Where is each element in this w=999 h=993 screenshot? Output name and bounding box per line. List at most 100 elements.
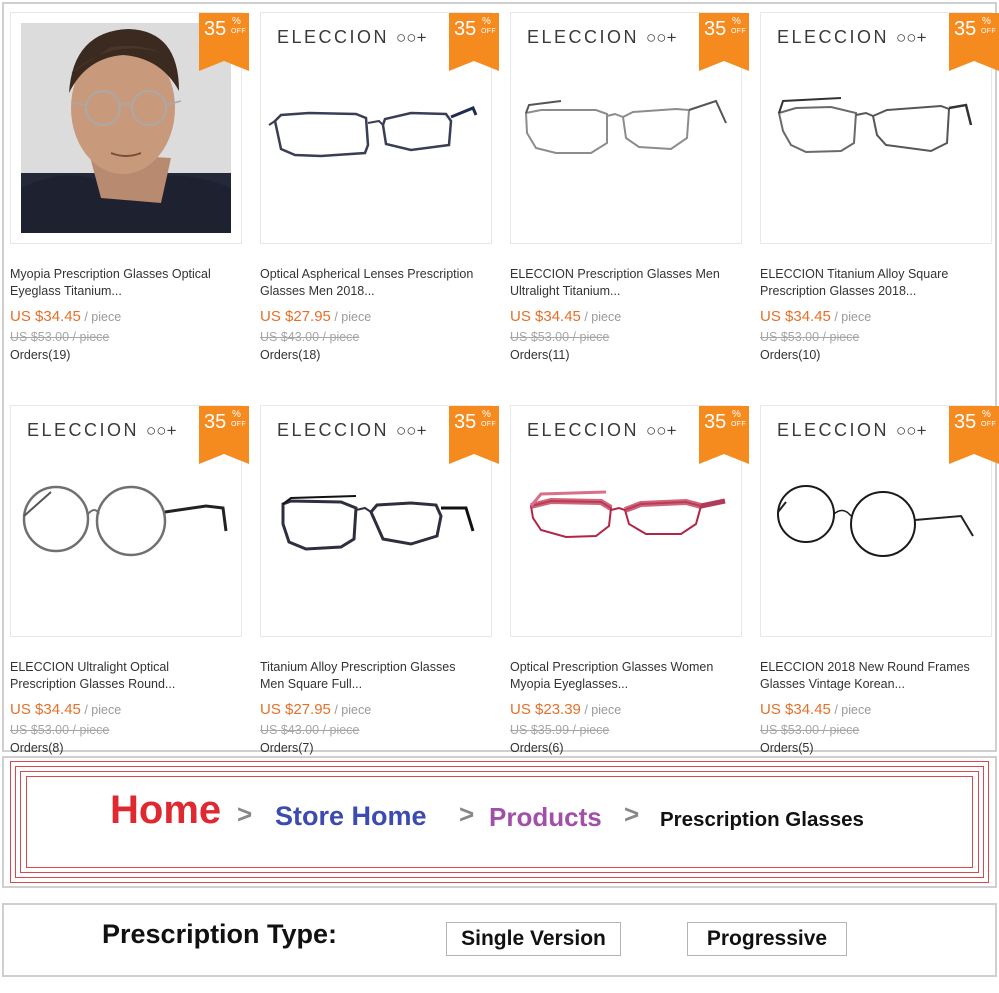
product-title-line: Optical Aspherical Lenses Prescription: [260, 267, 474, 281]
breadcrumb-separator: >: [624, 799, 640, 829]
price-unit: / piece: [830, 703, 872, 717]
product-price: US $27.95: [260, 308, 331, 325]
order-count: Orders(7): [260, 741, 314, 755]
price-unit: / piece: [80, 310, 122, 324]
product-price: US $23.39: [510, 701, 581, 718]
original-price: US $35.99 / piece: [510, 723, 610, 737]
glasses-logo-icon: ○○+: [146, 421, 177, 440]
breadcrumb-products-link[interactable]: Products: [489, 802, 602, 833]
price-unit: / piece: [330, 703, 372, 717]
original-price: US $53.00 / piece: [10, 330, 110, 344]
order-count: Orders(11): [510, 348, 570, 362]
discount-off-label: OFF: [231, 28, 246, 35]
glasses-logo-icon: ○○+: [896, 421, 927, 440]
discount-value: 35: [454, 411, 477, 433]
brand-logo: ELECCION ○○+: [27, 420, 177, 440]
product-title-line: Men Square Full...: [260, 677, 363, 691]
order-count: Orders(5): [760, 741, 814, 755]
price-unit: / piece: [830, 310, 872, 324]
discount-off-label: OFF: [481, 421, 496, 428]
discount-badge: 35 % OFF: [699, 13, 749, 71]
original-price: US $53.00 / piece: [760, 330, 860, 344]
brand-logo: ELECCION ○○+: [527, 420, 677, 440]
product-title-link[interactable]: ELECCION Ultralight Optical Prescription…: [10, 659, 242, 695]
product-title-line: Titanium Alloy Prescription Glasses: [260, 660, 456, 674]
breadcrumb-separator: >: [237, 799, 253, 829]
product-title-link[interactable]: Titanium Alloy Prescription Glasses Men …: [260, 659, 492, 695]
breadcrumb-home-link[interactable]: Home: [110, 788, 221, 833]
order-count: Orders(10): [760, 348, 821, 362]
breadcrumb-store-home-link[interactable]: Store Home: [275, 801, 427, 832]
product-title-line: Prescription Glasses 2018...: [760, 284, 917, 298]
discount-badge: 35 % OFF: [449, 13, 499, 71]
brand-logo: ELECCION ○○+: [527, 27, 677, 47]
order-count: Orders(8): [10, 741, 64, 755]
discount-percent: %: [732, 16, 741, 27]
discount-value: 35: [204, 18, 227, 40]
product-title-line: Ultralight Titanium...: [510, 284, 621, 298]
product-title-line: ELECCION 2018 New Round Frames: [760, 660, 970, 674]
discount-badge: 35 % OFF: [449, 406, 499, 464]
brand-logo: ELECCION ○○+: [777, 420, 927, 440]
product-title-link[interactable]: Optical Aspherical Lenses Prescription G…: [260, 266, 492, 302]
breadcrumb: Home > Store Home > Products > Prescript…: [2, 756, 997, 888]
discount-value: 35: [954, 411, 977, 433]
product-price: US $34.45: [510, 308, 581, 325]
original-price: US $53.00 / piece: [510, 330, 610, 344]
glasses-logo-icon: ○○+: [396, 421, 427, 440]
discount-value: 35: [954, 18, 977, 40]
discount-percent: %: [232, 16, 241, 27]
order-count: Orders(19): [10, 348, 71, 362]
price-unit: / piece: [580, 703, 622, 717]
price-line: US $34.45 / piece: [760, 701, 871, 719]
single-version-button[interactable]: Single Version: [446, 922, 621, 956]
discount-badge: 35 % OFF: [699, 406, 749, 464]
discount-percent: %: [982, 409, 991, 420]
product-title-link[interactable]: ELECCION Prescription Glasses Men Ultral…: [510, 266, 742, 302]
brand-logo: ELECCION ○○+: [277, 420, 427, 440]
product-title-link[interactable]: ELECCION Titanium Alloy Square Prescript…: [760, 266, 992, 302]
brand-logo: ELECCION ○○+: [777, 27, 927, 47]
product-title-line: Glasses Men 2018...: [260, 284, 375, 298]
glasses-logo-icon: ○○+: [646, 28, 677, 47]
price-line: US $34.45 / piece: [510, 308, 621, 326]
glasses-logo-icon: ○○+: [646, 421, 677, 440]
product-title-line: Glasses Vintage Korean...: [760, 677, 905, 691]
original-price: US $43.00 / piece: [260, 723, 360, 737]
discount-off-label: OFF: [731, 28, 746, 35]
breadcrumb-current: Prescription Glasses: [660, 808, 864, 831]
discount-off-label: OFF: [481, 28, 496, 35]
product-title-link[interactable]: ELECCION 2018 New Round Frames Glasses V…: [760, 659, 992, 695]
product-title-line: Optical Prescription Glasses Women: [510, 660, 714, 674]
product-grid: 35 % OFF Myopia Prescription Glasses Opt…: [2, 2, 999, 755]
product-price: US $34.45: [10, 308, 81, 325]
discount-off-label: OFF: [731, 421, 746, 428]
product-title-link[interactable]: Myopia Prescription Glasses Optical Eyeg…: [10, 266, 242, 302]
discount-badge: 35 % OFF: [949, 406, 999, 464]
price-line: US $27.95 / piece: [260, 701, 371, 719]
discount-value: 35: [454, 18, 477, 40]
product-price: US $27.95: [260, 701, 331, 718]
product-title-line: Prescription Glasses Round...: [10, 677, 176, 691]
prescription-type-label: Prescription Type:: [102, 919, 338, 949]
price-unit: / piece: [80, 703, 122, 717]
discount-value: 35: [704, 18, 727, 40]
product-title-line: ELECCION Ultralight Optical: [10, 660, 170, 674]
original-price: US $53.00 / piece: [760, 723, 860, 737]
glasses-logo-icon: ○○+: [396, 28, 427, 47]
order-count: Orders(18): [260, 348, 321, 362]
price-line: US $23.39 / piece: [510, 701, 621, 719]
discount-off-label: OFF: [231, 421, 246, 428]
discount-percent: %: [482, 16, 491, 27]
discount-badge: 35 % OFF: [949, 13, 999, 71]
discount-percent: %: [482, 409, 491, 420]
product-title-line: Myopia Eyeglasses...: [510, 677, 629, 691]
breadcrumb-separator: >: [459, 799, 475, 829]
discount-percent: %: [232, 409, 241, 420]
glasses-logo-icon: ○○+: [896, 28, 927, 47]
price-line: US $34.45 / piece: [10, 701, 121, 719]
progressive-button[interactable]: Progressive: [687, 922, 847, 956]
discount-value: 35: [704, 411, 727, 433]
price-line: US $34.45 / piece: [760, 308, 871, 326]
product-title-link[interactable]: Optical Prescription Glasses Women Myopi…: [510, 659, 742, 695]
